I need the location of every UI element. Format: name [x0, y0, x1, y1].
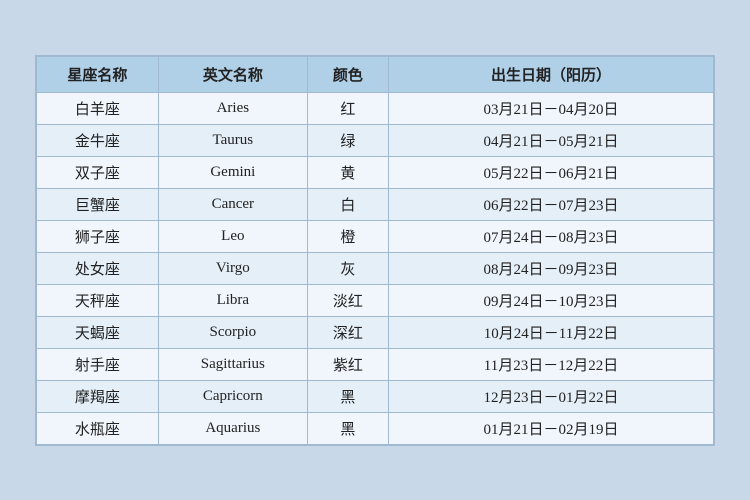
cell-color: 黄 — [307, 156, 388, 188]
cell-cn: 摩羯座 — [37, 380, 159, 412]
cell-en: Leo — [158, 220, 307, 252]
table-row: 双子座Gemini黄05月22日－06月21日 — [37, 156, 714, 188]
cell-cn: 巨蟹座 — [37, 188, 159, 220]
cell-color: 橙 — [307, 220, 388, 252]
cell-cn: 双子座 — [37, 156, 159, 188]
cell-date: 05月22日－06月21日 — [389, 156, 714, 188]
cell-color: 紫红 — [307, 348, 388, 380]
cell-en: Scorpio — [158, 316, 307, 348]
table-row: 射手座Sagittarius紫红11月23日－12月22日 — [37, 348, 714, 380]
cell-cn: 金牛座 — [37, 124, 159, 156]
cell-date: 07月24日－08月23日 — [389, 220, 714, 252]
cell-date: 10月24日－11月22日 — [389, 316, 714, 348]
cell-cn: 水瓶座 — [37, 412, 159, 444]
table-row: 白羊座Aries红03月21日－04月20日 — [37, 92, 714, 124]
cell-color: 绿 — [307, 124, 388, 156]
cell-date: 01月21日－02月19日 — [389, 412, 714, 444]
cell-color: 白 — [307, 188, 388, 220]
cell-date: 04月21日－05月21日 — [389, 124, 714, 156]
cell-color: 黑 — [307, 412, 388, 444]
cell-date: 03月21日－04月20日 — [389, 92, 714, 124]
cell-en: Cancer — [158, 188, 307, 220]
cell-date: 06月22日－07月23日 — [389, 188, 714, 220]
header-cn: 星座名称 — [37, 56, 159, 92]
zodiac-table: 星座名称 英文名称 颜色 出生日期（阳历） 白羊座Aries红03月21日－04… — [36, 56, 714, 445]
cell-color: 深红 — [307, 316, 388, 348]
cell-date: 09月24日－10月23日 — [389, 284, 714, 316]
cell-color: 红 — [307, 92, 388, 124]
cell-en: Sagittarius — [158, 348, 307, 380]
header-color: 颜色 — [307, 56, 388, 92]
table-row: 处女座Virgo灰08月24日－09月23日 — [37, 252, 714, 284]
zodiac-table-container: 星座名称 英文名称 颜色 出生日期（阳历） 白羊座Aries红03月21日－04… — [35, 55, 715, 446]
cell-cn: 天秤座 — [37, 284, 159, 316]
cell-cn: 射手座 — [37, 348, 159, 380]
cell-cn: 白羊座 — [37, 92, 159, 124]
table-row: 天蝎座Scorpio深红10月24日－11月22日 — [37, 316, 714, 348]
cell-en: Gemini — [158, 156, 307, 188]
cell-en: Taurus — [158, 124, 307, 156]
cell-en: Libra — [158, 284, 307, 316]
table-row: 巨蟹座Cancer白06月22日－07月23日 — [37, 188, 714, 220]
table-header-row: 星座名称 英文名称 颜色 出生日期（阳历） — [37, 56, 714, 92]
cell-color: 淡红 — [307, 284, 388, 316]
cell-cn: 处女座 — [37, 252, 159, 284]
table-row: 天秤座Libra淡红09月24日－10月23日 — [37, 284, 714, 316]
table-row: 摩羯座Capricorn黑12月23日－01月22日 — [37, 380, 714, 412]
cell-color: 黑 — [307, 380, 388, 412]
table-row: 金牛座Taurus绿04月21日－05月21日 — [37, 124, 714, 156]
table-row: 狮子座Leo橙07月24日－08月23日 — [37, 220, 714, 252]
header-date: 出生日期（阳历） — [389, 56, 714, 92]
cell-date: 11月23日－12月22日 — [389, 348, 714, 380]
cell-color: 灰 — [307, 252, 388, 284]
cell-en: Aries — [158, 92, 307, 124]
header-en: 英文名称 — [158, 56, 307, 92]
cell-date: 08月24日－09月23日 — [389, 252, 714, 284]
cell-date: 12月23日－01月22日 — [389, 380, 714, 412]
table-row: 水瓶座Aquarius黑01月21日－02月19日 — [37, 412, 714, 444]
cell-en: Capricorn — [158, 380, 307, 412]
cell-cn: 狮子座 — [37, 220, 159, 252]
cell-en: Aquarius — [158, 412, 307, 444]
cell-cn: 天蝎座 — [37, 316, 159, 348]
cell-en: Virgo — [158, 252, 307, 284]
